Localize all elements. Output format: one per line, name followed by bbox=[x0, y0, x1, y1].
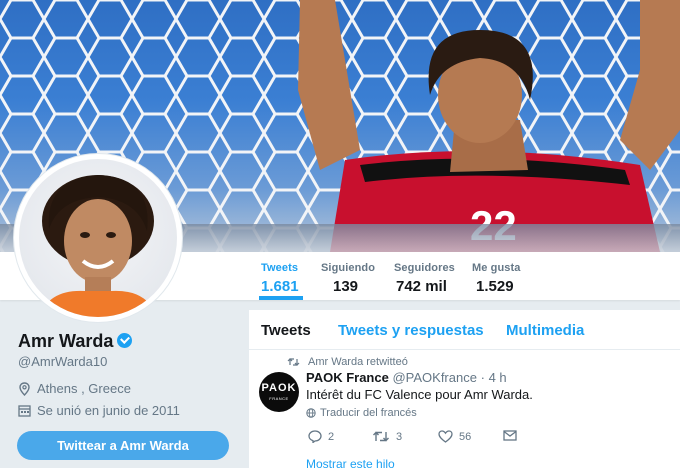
profile-joined: Se unió en junio de 2011 bbox=[18, 403, 180, 418]
stat-followers-label: Seguidores bbox=[394, 262, 455, 274]
translate-link-text: Traducir del francés bbox=[320, 407, 417, 419]
retweet-notice: Amr Warda retwitteó bbox=[287, 356, 408, 368]
stat-likes-label: Me gusta bbox=[472, 262, 521, 274]
profile-handle[interactable]: @AmrWarda10 bbox=[18, 354, 107, 369]
avatar-photo bbox=[19, 159, 177, 317]
retweet-action[interactable]: 3 bbox=[372, 430, 402, 443]
stat-tweets[interactable]: Tweets 1.681 bbox=[259, 262, 303, 300]
tweet-author-avatar[interactable]: PAOK FRANCE bbox=[259, 372, 299, 412]
tweet-to-button[interactable]: Twittear a Amr Warda bbox=[17, 431, 229, 460]
reply-icon bbox=[308, 430, 322, 443]
reply-action[interactable]: 2 bbox=[308, 430, 334, 443]
tweet-avatar-logo-subtext: FRANCE bbox=[269, 396, 289, 401]
profile-name-text: Amr Warda bbox=[18, 331, 114, 351]
retweet-small-icon bbox=[287, 358, 300, 366]
stat-following[interactable]: Siguiendo 139 bbox=[321, 262, 375, 295]
stat-tweets-label: Tweets bbox=[261, 262, 299, 274]
calendar-icon bbox=[18, 405, 31, 417]
profile-joined-text: Se unió en junio de 2011 bbox=[37, 403, 180, 418]
tweet-separator: · bbox=[480, 370, 485, 385]
tab-media[interactable]: Multimedia bbox=[506, 322, 584, 339]
tweet-actions: 2 3 56 bbox=[308, 430, 558, 448]
tab-tweets[interactable]: Tweets bbox=[261, 322, 311, 339]
reply-count: 2 bbox=[328, 430, 335, 443]
tweet-author-name[interactable]: PAOK France bbox=[306, 370, 389, 385]
like-action[interactable]: 56 bbox=[438, 430, 471, 443]
stat-following-label: Siguiendo bbox=[321, 262, 376, 274]
retweet-notice-text[interactable]: Amr Warda retwitteó bbox=[308, 356, 408, 368]
profile-location-text: Athens , Greece bbox=[37, 381, 131, 396]
envelope-icon bbox=[503, 430, 517, 441]
profile-name[interactable]: Amr Warda bbox=[18, 331, 133, 352]
direct-message-action[interactable] bbox=[503, 430, 523, 441]
like-count: 56 bbox=[459, 430, 472, 443]
stat-likes[interactable]: Me gusta 1.529 bbox=[472, 262, 520, 295]
stat-likes-value: 1.529 bbox=[476, 278, 514, 295]
stat-followers[interactable]: Seguidores 742 mil bbox=[394, 262, 455, 295]
retweet-icon bbox=[373, 431, 389, 442]
tweet-text: Intérêt du FC Valence pour Amr Warda. bbox=[306, 387, 533, 402]
stat-tweets-value: 1.681 bbox=[261, 278, 299, 295]
heart-icon bbox=[438, 430, 453, 443]
timeline-tabs: Tweets Tweets y respuestas Multimedia bbox=[249, 310, 680, 350]
translate-link[interactable]: Traducir del francés bbox=[306, 407, 417, 419]
verified-badge-icon bbox=[117, 333, 133, 348]
show-thread-link[interactable]: Mostrar este hilo bbox=[306, 457, 395, 468]
tweet-header: PAOK France @PAOKfrance · 4 h bbox=[306, 370, 507, 385]
profile-location: Athens , Greece bbox=[18, 381, 131, 396]
stat-followers-value: 742 mil bbox=[396, 278, 447, 295]
tweet-avatar-logo-text: PAOK bbox=[261, 382, 297, 394]
stat-following-value: 139 bbox=[333, 278, 359, 295]
avatar-portrait bbox=[39, 175, 157, 317]
tab-tweets-and-replies[interactable]: Tweets y respuestas bbox=[338, 322, 484, 339]
location-pin-icon bbox=[19, 381, 30, 396]
globe-icon bbox=[306, 408, 316, 418]
retweet-count: 3 bbox=[396, 430, 403, 443]
profile-avatar[interactable] bbox=[14, 154, 182, 322]
timeline: Tweets Tweets y respuestas Multimedia Am… bbox=[249, 310, 680, 468]
tweet-author-handle[interactable]: @PAOKfrance bbox=[392, 370, 477, 385]
tweet-timestamp[interactable]: 4 h bbox=[489, 370, 507, 385]
